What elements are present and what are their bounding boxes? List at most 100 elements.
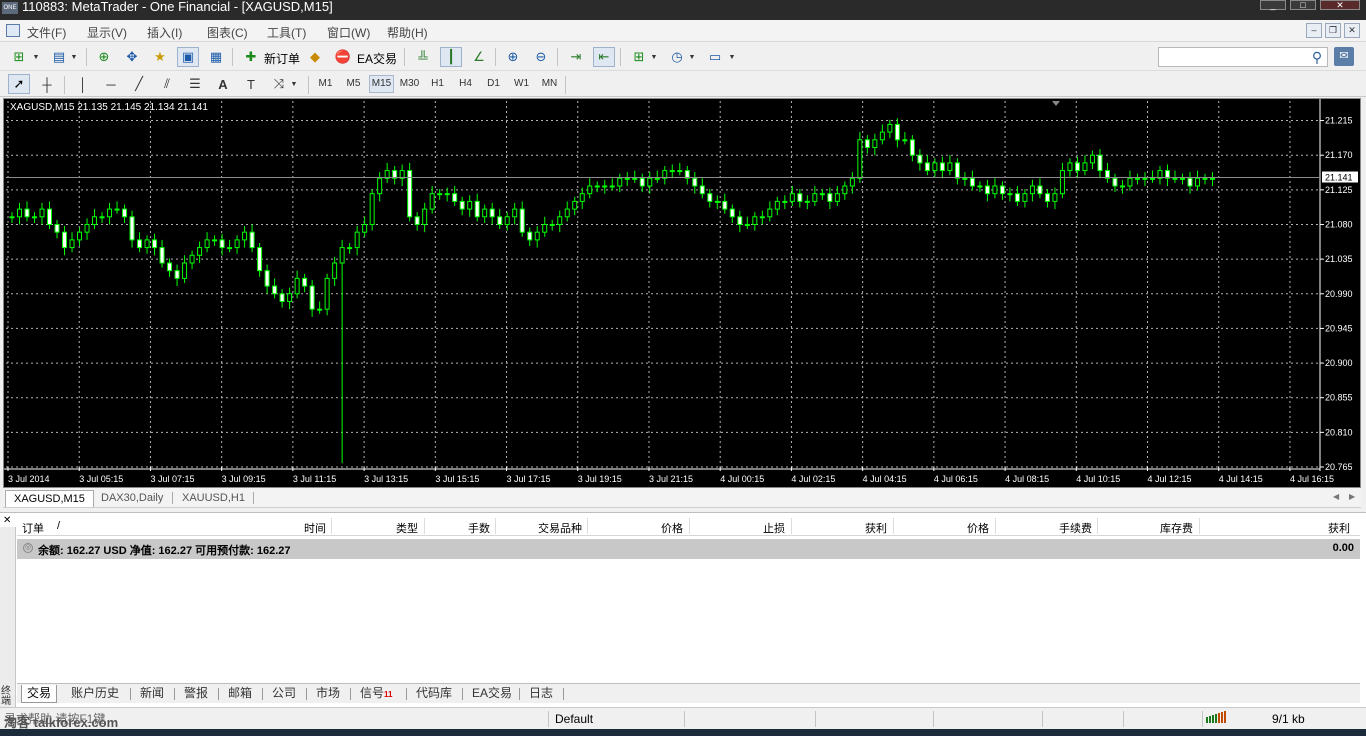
timeframe-h4[interactable]: H4 xyxy=(453,75,478,93)
profiles-icon[interactable]: ▤ xyxy=(48,47,70,67)
menu-window[interactable]: 窗口(W) xyxy=(327,24,370,41)
timeframe-h1[interactable]: H1 xyxy=(425,75,450,93)
indicators-icon[interactable]: ⊞ xyxy=(628,47,650,67)
zoom-out-icon[interactable]: ⊖ xyxy=(530,47,552,67)
chevron-down-icon[interactable]: ▼ xyxy=(30,47,42,67)
col-lots[interactable]: 手数 xyxy=(468,520,490,536)
menu-file[interactable]: 文件(F) xyxy=(27,24,66,41)
timeframe-w1[interactable]: W1 xyxy=(509,75,534,93)
cursor-icon[interactable]: ➚ xyxy=(8,74,30,94)
chevron-down-icon[interactable]: ▼ xyxy=(686,47,698,67)
mdi-close-button[interactable]: ✕ xyxy=(1344,23,1360,38)
timeframe-m15[interactable]: M15 xyxy=(369,75,394,93)
price-chart[interactable]: 21.215 21.170 21.125 21.080 21.035 20.990 20.9… xyxy=(3,98,1361,488)
col-type[interactable]: 类型 xyxy=(396,520,418,536)
arrows-icon[interactable]: ⤨ xyxy=(268,74,290,94)
col-commission[interactable]: 手续费 xyxy=(1059,520,1092,536)
line-chart-icon[interactable]: ∠ xyxy=(468,47,490,67)
search-icon[interactable]: ⚲ xyxy=(1308,48,1326,66)
templates-icon[interactable]: ▭ xyxy=(704,47,726,67)
tab-mailbox[interactable]: 邮箱 xyxy=(223,685,257,703)
tab-news[interactable]: 新闻 xyxy=(135,685,169,703)
close-window-button[interactable]: ✕ xyxy=(1320,0,1360,10)
tab-signals[interactable]: 信号11 xyxy=(355,685,397,703)
menu-view[interactable]: 显示(V) xyxy=(87,24,127,41)
chart-tab-xauusd-h1[interactable]: XAUUSD,H1 xyxy=(174,490,253,507)
status-traffic: 9/1 kb xyxy=(1272,712,1305,726)
col-profit[interactable]: 获利 xyxy=(1328,520,1350,536)
minimize-window-button[interactable]: _ xyxy=(1260,0,1286,10)
strategy-tester-icon[interactable]: ▦ xyxy=(205,47,227,67)
metaeditor-icon[interactable]: ◆ xyxy=(304,47,326,67)
timeframe-d1[interactable]: D1 xyxy=(481,75,506,93)
chevron-down-icon[interactable]: ▼ xyxy=(68,47,80,67)
tab-alerts[interactable]: 警报 xyxy=(179,685,213,703)
col-stop-loss[interactable]: 止损 xyxy=(763,520,785,536)
new-order-button[interactable]: 新订单 xyxy=(264,50,300,67)
tab-trade[interactable]: 交易 xyxy=(21,685,58,703)
horizontal-line-icon[interactable]: ─ xyxy=(100,74,122,94)
ea-trading-icon[interactable]: ⛔ xyxy=(332,47,354,67)
tab-company[interactable]: 公司 xyxy=(267,685,301,703)
col-price[interactable]: 价格 xyxy=(661,520,683,536)
candle-body xyxy=(1179,177,1185,180)
mdi-minimize-button[interactable]: – xyxy=(1306,23,1322,38)
col-swap[interactable]: 库存费 xyxy=(1160,520,1193,536)
tab-code-base[interactable]: 代码库 xyxy=(411,685,457,703)
maximize-window-button[interactable]: □ xyxy=(1290,0,1316,10)
tab-experts[interactable]: EA交易 xyxy=(467,685,517,703)
col-time[interactable]: 时间 xyxy=(304,520,326,536)
col-symbol[interactable]: 交易品种 xyxy=(538,520,582,536)
col-order[interactable]: 订单 xyxy=(22,520,44,536)
auto-scroll-icon[interactable]: ⇥ xyxy=(565,47,587,67)
text-label-icon[interactable]: T xyxy=(240,74,262,94)
col-take-profit[interactable]: 获利 xyxy=(865,520,887,536)
chart-tab-xagusd-m15[interactable]: XAGUSD,M15 xyxy=(5,490,94,507)
document-icon[interactable] xyxy=(6,24,20,37)
menu-charts[interactable]: 图表(C) xyxy=(207,24,248,41)
tab-scroll-left-icon[interactable]: ◀ xyxy=(1333,492,1339,501)
candle-body xyxy=(422,208,428,225)
vertical-line-icon[interactable]: │ xyxy=(72,74,94,94)
fibonacci-icon[interactable]: ☰ xyxy=(184,74,206,94)
timeframe-mn[interactable]: MN xyxy=(537,75,562,93)
trendline-icon[interactable]: ╱ xyxy=(128,74,150,94)
timeframe-m1[interactable]: M1 xyxy=(313,75,338,93)
chevron-down-icon[interactable]: ▼ xyxy=(288,74,300,94)
tab-scroll-right-icon[interactable]: ▶ xyxy=(1349,492,1355,501)
chevron-down-icon[interactable]: ▼ xyxy=(726,47,738,67)
new-chart-icon[interactable]: ⊞ xyxy=(8,47,30,67)
data-window-icon[interactable]: ✥ xyxy=(121,47,143,67)
chart-canvas[interactable]: 21.215 21.170 21.125 21.080 21.035 20.990 20.9… xyxy=(4,99,1360,487)
periods-clock-icon[interactable]: ◷ xyxy=(666,47,688,67)
menu-tools[interactable]: 工具(T) xyxy=(267,24,306,41)
mdi-restore-button[interactable]: ❐ xyxy=(1325,23,1341,38)
chart-shift-icon[interactable]: ⇤ xyxy=(593,47,615,67)
terminal-toggle-icon[interactable]: ▣ xyxy=(177,47,199,67)
candlestick-chart-icon[interactable]: ┃ xyxy=(440,47,462,67)
close-icon[interactable]: ✕ xyxy=(3,515,11,526)
time-tick-label: 4 Jul 14:15 xyxy=(1219,474,1263,484)
menu-insert[interactable]: 插入(I) xyxy=(147,24,182,41)
menu-help[interactable]: 帮助(H) xyxy=(387,24,428,41)
timeframe-m30[interactable]: M30 xyxy=(397,75,422,93)
market-watch-icon[interactable]: ⊕ xyxy=(93,47,115,67)
ea-trading-button[interactable]: EA交易 xyxy=(357,50,397,67)
new-order-icon[interactable]: ✚ xyxy=(240,47,262,67)
chat-icon[interactable]: ✉ xyxy=(1334,47,1354,66)
tab-journal[interactable]: 日志 xyxy=(524,685,558,703)
search-input[interactable] xyxy=(1158,47,1328,67)
zoom-in-icon[interactable]: ⊕ xyxy=(502,47,524,67)
tab-account-history[interactable]: 账户历史 xyxy=(66,685,124,703)
bar-chart-icon[interactable]: ╩ xyxy=(412,47,434,67)
navigator-icon[interactable]: ★ xyxy=(149,47,171,67)
equidistant-channel-icon[interactable]: ⫽ xyxy=(156,74,178,94)
crosshair-icon[interactable]: ┼ xyxy=(36,74,58,94)
chevron-down-icon[interactable]: ▼ xyxy=(648,47,660,67)
balance-row[interactable]: ◎ 余额: 162.27 USD 净值: 162.27 可用预付款: 162.2… xyxy=(17,539,1360,559)
chart-tab-dax30-daily[interactable]: DAX30,Daily xyxy=(93,490,171,507)
tab-market[interactable]: 市场 xyxy=(311,685,345,703)
col-current-price[interactable]: 价格 xyxy=(967,520,989,536)
text-tool-icon[interactable]: A xyxy=(212,74,234,94)
timeframe-m5[interactable]: M5 xyxy=(341,75,366,93)
